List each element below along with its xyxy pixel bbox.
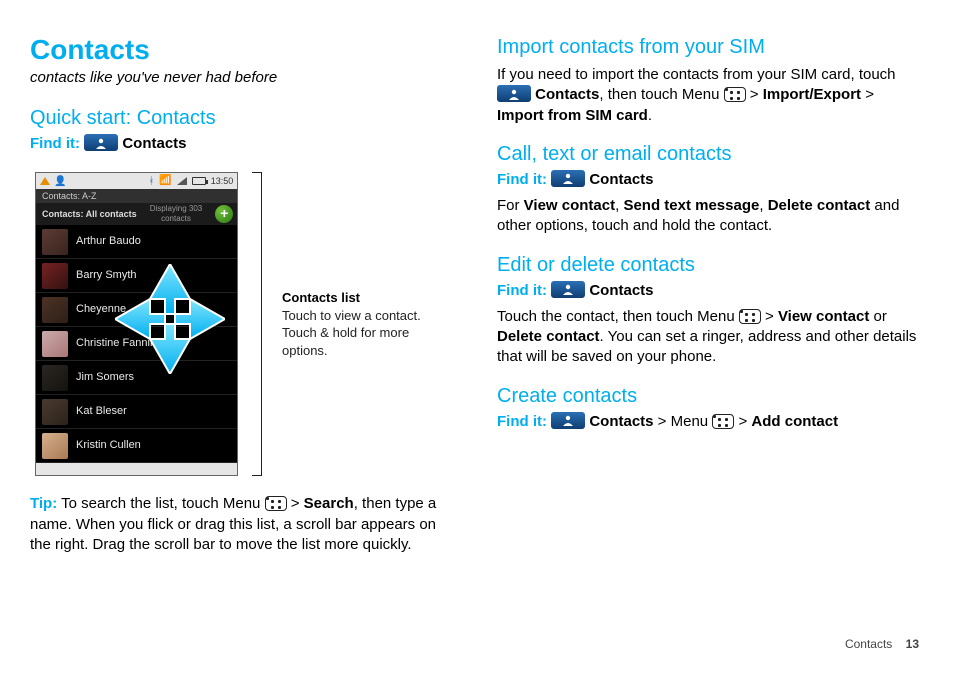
cte-paragraph: For View contact, Send text message, Del… (497, 196, 919, 237)
find-it-label: Find it: (497, 171, 547, 188)
menu-icon (265, 496, 287, 511)
cte-heading: Call, text or email contacts (497, 142, 919, 166)
phone-mock: 👤 ᚼ 📶 13:50 Contacts: A-Z Contacts: All … (35, 172, 238, 476)
contacts-app-icon (551, 281, 585, 298)
contact-name: Arthur Baudo (76, 234, 141, 249)
avatar (42, 229, 68, 255)
right-column: Import contacts from your SIM If you nee… (497, 35, 919, 567)
avatar (42, 297, 68, 323)
list-item: Cheyenne (36, 293, 237, 327)
tip-label: Tip: (30, 495, 57, 512)
footer-page-number: 13 (906, 637, 919, 651)
contact-count: Displaying 303 contacts (137, 204, 216, 226)
callout-title: Contacts list (282, 289, 452, 307)
create-heading: Create contacts (497, 384, 919, 408)
avatar (42, 399, 68, 425)
bluetooth-icon: ᚼ (148, 175, 154, 189)
avatar (42, 433, 68, 459)
find-it-label: Find it: (497, 282, 547, 299)
quickstart-heading: Quick start: Contacts (30, 106, 452, 130)
contact-name: Christine Fanning (76, 336, 162, 351)
list-item: Jim Somers (36, 361, 237, 395)
edit-heading: Edit or delete contacts (497, 253, 919, 277)
contacts-list-callout: Contacts list Touch to view a contact. T… (282, 289, 452, 359)
contact-name: Barry Smyth (76, 268, 137, 283)
contacts-list: Arthur Baudo Barry Smyth Cheyenne Christ… (36, 225, 237, 463)
contacts-label: Contacts (589, 413, 653, 430)
status-bar: 👤 ᚼ 📶 13:50 (36, 173, 237, 189)
filter-label: Contacts: All contacts (42, 208, 137, 220)
contact-name: Cheyenne (76, 302, 126, 317)
callout-body: Touch to view a contact. Touch & hold fo… (282, 307, 452, 360)
contact-name: Kat Bleser (76, 404, 127, 419)
menu-icon (739, 309, 761, 324)
signal-icon (177, 177, 187, 185)
find-it-label: Find it: (497, 413, 547, 430)
contacts-filter-row: Contacts: All contacts Displaying 303 co… (36, 203, 237, 225)
add-contact-plus-icon: + (215, 205, 233, 223)
status-person-icon: 👤 (54, 175, 66, 189)
phone-home-strip (36, 463, 237, 475)
import-paragraph: If you need to import the contacts from … (497, 65, 919, 126)
left-column: Contacts contacts like you've never had … (30, 35, 452, 567)
list-item: Christine Fanning (36, 327, 237, 361)
contacts-app-icon (497, 85, 531, 102)
menu-icon (712, 414, 734, 429)
contacts-app-icon (551, 412, 585, 429)
search-bold: Search (304, 495, 354, 512)
contact-name: Kristin Cullen (76, 438, 141, 453)
contacts-app-icon (84, 134, 118, 151)
warning-icon (40, 177, 50, 185)
page-footer: Contacts 13 (845, 636, 919, 652)
page-title: Contacts (30, 35, 452, 66)
find-it-line: Find it: Contacts (30, 134, 452, 154)
find-it-label: Find it: (30, 135, 80, 152)
contacts-app-icon (551, 170, 585, 187)
list-item: Kat Bleser (36, 395, 237, 429)
alpha-index-bar: Contacts: A-Z (36, 189, 237, 203)
tagline: contacts like you've never had before (30, 68, 452, 88)
contacts-label: Contacts (122, 135, 186, 152)
list-item: Arthur Baudo (36, 225, 237, 259)
wifi-icon: 📶 (159, 176, 171, 186)
status-time: 13:50 (211, 175, 234, 187)
battery-icon (192, 177, 206, 185)
avatar (42, 331, 68, 357)
avatar (42, 365, 68, 391)
add-contact-bold: Add contact (751, 413, 838, 430)
footer-section: Contacts (845, 637, 892, 651)
tip-paragraph: Tip: To search the list, touch Menu > Se… (30, 494, 452, 555)
avatar (42, 263, 68, 289)
find-it-line: Find it: Contacts (497, 170, 919, 190)
list-item: Kristin Cullen (36, 429, 237, 463)
contact-name: Jim Somers (76, 370, 134, 385)
list-item: Barry Smyth (36, 259, 237, 293)
phone-illustration-wrap: 👤 ᚼ 📶 13:50 Contacts: A-Z Contacts: All … (35, 172, 452, 476)
contacts-label: Contacts (589, 282, 653, 299)
callout-bracket (252, 172, 262, 476)
find-it-line: Find it: Contacts > Menu > Add contact (497, 412, 919, 432)
import-heading: Import contacts from your SIM (497, 35, 919, 59)
menu-icon (724, 87, 746, 102)
edit-paragraph: Touch the contact, then touch Menu > Vie… (497, 307, 919, 368)
contacts-label: Contacts (589, 171, 653, 188)
find-it-line: Find it: Contacts (497, 281, 919, 301)
